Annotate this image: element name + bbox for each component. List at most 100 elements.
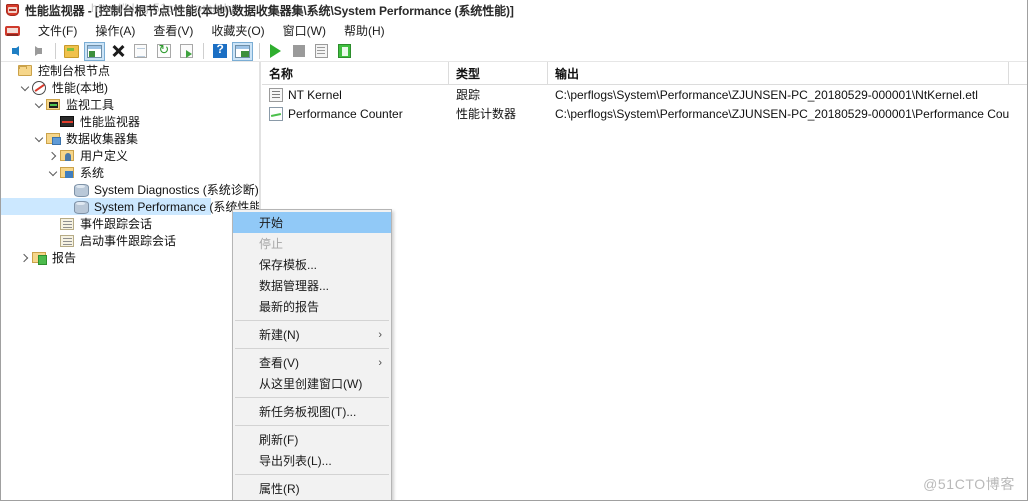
folder-plain-icon (18, 63, 34, 78)
context-menu-separator (235, 320, 389, 321)
tree-item-performance-local[interactable]: 性能(本地) (1, 79, 259, 96)
ctx-new[interactable]: 新建(N) › (233, 324, 391, 345)
tree-item-label: 性能监视器 (80, 115, 141, 129)
chevron-down-icon[interactable] (33, 98, 46, 112)
ctx-start[interactable]: 开始 (233, 212, 391, 233)
stop-icon (292, 45, 305, 57)
forward-button[interactable] (28, 42, 49, 61)
tree-item-system[interactable]: 系统 (1, 164, 259, 181)
export-list-icon (180, 44, 193, 58)
ctx-refresh[interactable]: 刷新(F) (233, 429, 391, 450)
performance-monitor-icon (5, 2, 21, 18)
ctx-data-manager[interactable]: 数据管理器... (233, 275, 391, 296)
latest-report-button[interactable] (311, 42, 332, 61)
ctx-properties[interactable]: 属性(R) (233, 478, 391, 499)
tree-item-performance-monitor[interactable]: 性能监视器 (1, 113, 259, 130)
report-icon (315, 44, 328, 58)
event-trace-icon (60, 216, 76, 231)
back-button[interactable] (5, 42, 26, 61)
cell-name-label: Performance Counter (288, 106, 403, 121)
perfmon-window: 性能监视器 - [控制台根节点\性能(本地)\数据收集器集\系统\System … (0, 0, 1028, 501)
reports-icon (32, 250, 48, 265)
delete-x-icon (111, 44, 125, 58)
chevron-down-icon[interactable] (33, 132, 46, 146)
console-icon (4, 23, 21, 39)
ctx-export-list[interactable]: 导出列表(L)... (233, 450, 391, 471)
tree-item-label: 性能(本地) (52, 81, 108, 95)
menu-favorites[interactable]: 收藏夹(O) (202, 20, 273, 41)
column-header-type[interactable]: 类型 (449, 62, 548, 84)
monitoring-tools-icon (46, 97, 62, 112)
play-icon (270, 44, 281, 58)
data-manager-button[interactable] (334, 42, 355, 61)
tree-item-event-trace-sessions[interactable]: 事件跟踪会话 (1, 215, 259, 232)
table-row[interactable]: Performance Counter 性能计数器 C:\perflogs\Syst… (262, 104, 1027, 123)
window-title: 性能监视器 - [控制台根节点\性能(本地)\数据收集器集\系统\System … (25, 3, 514, 18)
menu-bar: 文件(F) 操作(A) 查看(V) 收藏夹(O) 窗口(W) 帮助(H) (1, 20, 1027, 41)
export-list-button[interactable] (176, 42, 197, 61)
tree-item-label: 用户定义 (80, 149, 129, 163)
performance-icon (32, 80, 48, 95)
toolbar (1, 41, 1027, 62)
context-menu-separator (235, 425, 389, 426)
ctx-save-template[interactable]: 保存模板... (233, 254, 391, 275)
cell-output: C:\perflogs\System\Performance\ZJUNSEN-P… (555, 106, 1009, 121)
delete-button[interactable] (107, 42, 128, 61)
toolbar-separator (203, 43, 204, 59)
tree-item-system-performance[interactable]: System Performance (系统性能) (1, 198, 259, 215)
tree-item-label: 报告 (52, 251, 77, 265)
perfmon-screen-icon (60, 114, 76, 129)
toolbar-separator (259, 43, 260, 59)
tree-item-startup-event-trace-sessions[interactable]: 启动事件跟踪会话 (1, 232, 259, 249)
context-menu-item-label: 属性(R) (259, 482, 300, 496)
context-menu-item-label: 数据管理器... (259, 279, 330, 293)
properties-button[interactable] (130, 42, 151, 61)
context-menu-item-label: 新建(N) (259, 328, 300, 342)
context-menu[interactable]: 开始 停止 保存模板... 数据管理器... 最新的报告 新建(N) › 查看(V) › 从这里创… (232, 209, 392, 500)
tree-item-monitoring-tools[interactable]: 监视工具 (1, 96, 259, 113)
tree-item-console-root[interactable]: 控制台根节点 (1, 62, 259, 79)
tree-item-user-defined[interactable]: 用户定义 (1, 147, 259, 164)
refresh-button[interactable] (153, 42, 174, 61)
menu-view[interactable]: 查看(V) (144, 20, 202, 41)
table-row[interactable]: NT Kernel 跟踪 C:\perflogs\System\Performanc… (262, 85, 1027, 104)
console-tree-icon (87, 44, 102, 58)
chevron-right-icon[interactable] (19, 251, 32, 265)
cell-output: C:\perflogs\System\Performance\ZJUNSEN-P… (555, 87, 978, 102)
folder-up-icon (64, 44, 79, 58)
column-header-name[interactable]: 名称 (262, 62, 449, 84)
refresh-icon (156, 42, 171, 58)
ctx-view[interactable]: 查看(V) › (233, 352, 391, 373)
cell-name-label: NT Kernel (288, 87, 342, 102)
context-menu-item-label: 从这里创建窗口(W) (259, 377, 363, 391)
tree-item-data-collector-sets[interactable]: 数据收集器集 (1, 130, 259, 147)
tree-item-label: 事件跟踪会话 (80, 217, 153, 231)
menu-action[interactable]: 操作(A) (86, 20, 144, 41)
list-column-headers: 名称 类型 输出 (262, 62, 1027, 85)
ctx-new-window-from-here[interactable]: 从这里创建窗口(W) (233, 373, 391, 394)
chevron-down-icon[interactable] (47, 166, 60, 180)
console-tree-pane[interactable]: 控制台根节点性能(本地) 监视工具性能监视器 数据收集器集用户定义系统 System … (1, 62, 259, 500)
green-book-icon (338, 44, 351, 58)
tree-item-label: 系统 (80, 166, 105, 180)
up-one-level-button[interactable] (61, 42, 82, 61)
ctx-latest-report[interactable]: 最新的报告 (233, 296, 391, 317)
tree-item-label: System Diagnostics (系统诊断) (94, 183, 259, 197)
tree-item-reports[interactable]: 报告 (1, 249, 259, 266)
start-button[interactable] (265, 42, 286, 61)
tree-item-system-diagnostics[interactable]: System Diagnostics (系统诊断) (1, 181, 259, 198)
show-hide-console-tree-button[interactable] (84, 41, 105, 61)
stop-button[interactable] (288, 42, 309, 61)
cell-name: NT Kernel (262, 87, 449, 102)
menu-file[interactable]: 文件(F) (29, 20, 86, 41)
context-menu-item-label: 最新的报告 (259, 300, 320, 314)
help-button[interactable] (209, 42, 230, 61)
ctx-new-taskpad-view[interactable]: 新任务板视图(T)... (233, 401, 391, 422)
new-window-button[interactable] (232, 41, 253, 61)
menu-help[interactable]: 帮助(H) (335, 20, 394, 41)
context-menu-separator (235, 348, 389, 349)
menu-window[interactable]: 窗口(W) (274, 20, 335, 41)
column-header-output[interactable]: 输出 (548, 62, 1009, 84)
chevron-down-icon[interactable] (19, 81, 32, 95)
chevron-right-icon[interactable] (47, 149, 60, 163)
